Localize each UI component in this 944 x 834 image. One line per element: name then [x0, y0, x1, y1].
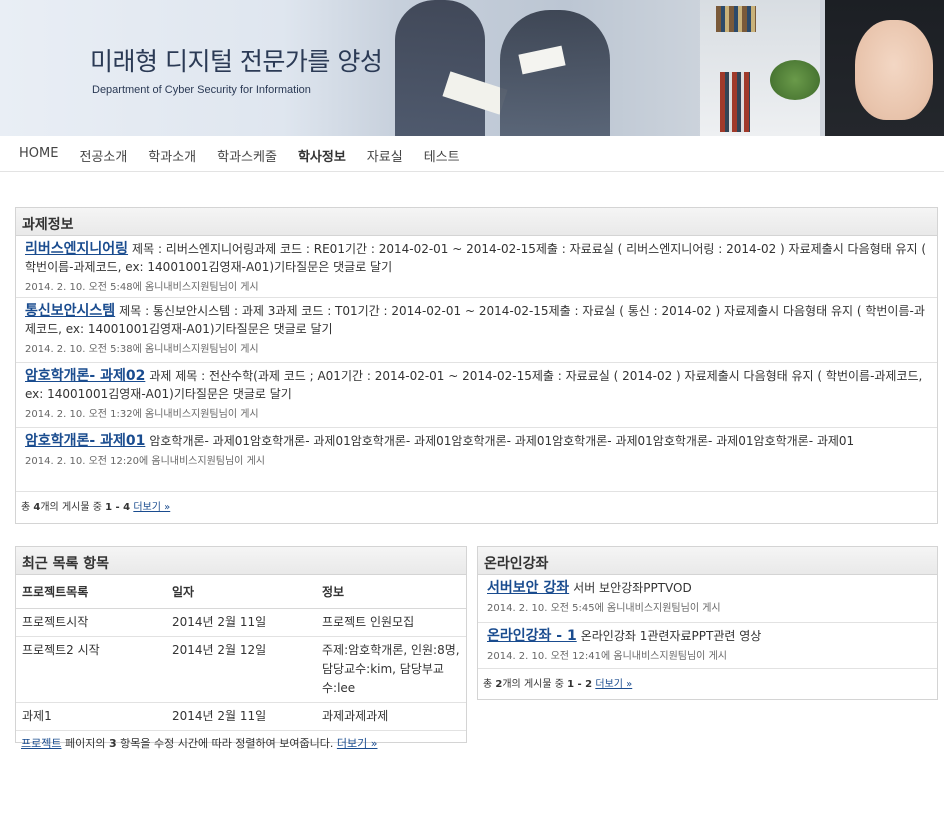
post-item: 리버스엔지니어링 제목 : 리버스엔지니어링과제 코드 : RE01기간 : 20…	[16, 236, 937, 298]
column-header[interactable]: 일자	[166, 575, 316, 609]
nav-item-test[interactable]: 테스트	[424, 146, 460, 165]
recent-items-footer: 프로젝트 페이지의 3 항목을 수정 시간에 따라 정렬하여 보여줍니다. 더보…	[21, 737, 378, 750]
post-title-link[interactable]: 리버스엔지니어링	[25, 241, 128, 257]
post-body: 제목 : 리버스엔지니어링과제 코드 : RE01기간 : 2014-02-01…	[25, 242, 927, 274]
post-item: 서버보안 강좌 서버 보안강좌PPTVOD 2014. 2. 10. 오전 5:4…	[478, 575, 937, 623]
post-body: 암호학개론- 과제01암호학개론- 과제01암호학개론- 과제01암호학개론- …	[149, 434, 855, 448]
column-header[interactable]: 정보	[316, 575, 466, 609]
banner-books	[716, 6, 756, 32]
post-title-link[interactable]: 온라인강좌 - 1	[487, 628, 577, 644]
post-range: 1 - 2	[567, 679, 593, 690]
nav-item-library[interactable]: 자료실	[367, 146, 403, 165]
recent-items-table: 프로젝트목록 일자 정보 프로젝트시작 2014년 2월 11일 프로젝트 인원…	[16, 575, 466, 731]
post-meta: 2014. 2. 10. 오전 12:41에 옴니내비스지원팀님이 게시	[487, 651, 727, 662]
online-lectures-webpart: 온라인강좌 서버보안 강좌 서버 보안강좌PPTVOD 2014. 2. 10. …	[477, 546, 938, 700]
post-meta: 2014. 2. 10. 오전 5:38에 옴니내비스지원팀님이 게시	[25, 344, 259, 355]
banner-person-1	[395, 0, 485, 136]
banner-subtitle: Department of Cyber Security for Informa…	[92, 84, 311, 96]
nav-item-major[interactable]: 전공소개	[79, 146, 127, 165]
post-body: 제목 : 통신보안시스템 : 과제 3과제 코드 : T01기간 : 2014-…	[25, 304, 925, 336]
banner-person-2	[500, 10, 610, 136]
post-title-link[interactable]: 서버보안 강좌	[487, 580, 569, 596]
table-row[interactable]: 과제1 2014년 2월 11일 과제과제과제	[16, 702, 466, 731]
post-item: 통신보안시스템 제목 : 통신보안시스템 : 과제 3과제 코드 : T01기간 …	[16, 298, 937, 363]
post-body: 과제 제목 : 전산수학(과제 코드 ; A01기간 : 2014-02-01 …	[25, 369, 923, 401]
banner-books-2	[720, 72, 750, 132]
post-meta: 2014. 2. 10. 오전 1:32에 옴니내비스지원팀님이 게시	[25, 409, 259, 420]
column-header[interactable]: 프로젝트목록	[16, 575, 166, 609]
top-nav: HOME 전공소개 학과소개 학과스케줄 학사정보 자료실 테스트	[0, 136, 944, 172]
post-range: 1 - 4	[105, 502, 131, 513]
post-title-link[interactable]: 암호학개론- 과제02	[25, 368, 145, 384]
table-row[interactable]: 프로젝트2 시작 2014년 2월 12일 주제:암호학개론, 인원:8명, 담…	[16, 636, 466, 703]
more-link[interactable]: 더보기 »	[133, 502, 170, 513]
recent-items-header: 최근 목록 항목	[16, 547, 466, 575]
post-meta: 2014. 2. 10. 오전 5:45에 옴니내비스지원팀님이 게시	[487, 603, 721, 614]
post-item: 암호학개론- 과제02 과제 제목 : 전산수학(과제 코드 ; A01기간 : …	[16, 363, 937, 428]
post-title-link[interactable]: 통신보안시스템	[25, 303, 115, 319]
nav-item-home[interactable]: HOME	[19, 146, 58, 165]
assignments-footer: 총 4개의 게시물 중 1 - 4 더보기 »	[21, 502, 171, 513]
online-lectures-header: 온라인강좌	[478, 547, 937, 575]
post-meta: 2014. 2. 10. 오전 5:48에 옴니내비스지원팀님이 게시	[25, 282, 259, 293]
post-item: 온라인강좌 - 1 온라인강좌 1관련자료PPT관련 영상 2014. 2. 10…	[478, 623, 937, 669]
assignments-header: 과제정보	[16, 208, 937, 236]
post-meta: 2014. 2. 10. 오전 12:20에 옴니내비스지원팀님이 게시	[25, 456, 265, 467]
post-title-link[interactable]: 암호학개론- 과제01	[25, 433, 145, 449]
banner-woman-face	[855, 20, 933, 120]
more-link[interactable]: 더보기 »	[595, 679, 632, 690]
nav-item-department[interactable]: 학과소개	[148, 146, 196, 165]
post-body: 온라인강좌 1관련자료PPT관련 영상	[580, 629, 762, 643]
banner-plant	[770, 60, 820, 100]
assignments-webpart: 과제정보 리버스엔지니어링 제목 : 리버스엔지니어링과제 코드 : RE01기간…	[15, 207, 938, 524]
more-link[interactable]: 더보기 »	[337, 737, 378, 750]
post-body: 서버 보안강좌PPTVOD	[573, 581, 692, 595]
online-lectures-footer: 총 2개의 게시물 중 1 - 2 더보기 »	[483, 679, 633, 690]
project-link[interactable]: 프로젝트	[21, 737, 61, 750]
nav-item-schedule[interactable]: 학과스케줄	[217, 146, 277, 165]
table-row[interactable]: 프로젝트시작 2014년 2월 11일 프로젝트 인원모집	[16, 608, 466, 637]
site-banner: 미래형 디지털 전문가를 양성 Department of Cyber Secu…	[0, 0, 944, 136]
nav-item-academic[interactable]: 학사정보	[298, 146, 346, 165]
post-item: 암호학개론- 과제01 암호학개론- 과제01암호학개론- 과제01암호학개론- …	[16, 428, 937, 492]
recent-items-webpart: 최근 목록 항목 프로젝트목록 일자 정보 프로젝트시작 2014년 2월 11…	[15, 546, 467, 750]
banner-title: 미래형 디지털 전문가를 양성	[90, 47, 383, 76]
